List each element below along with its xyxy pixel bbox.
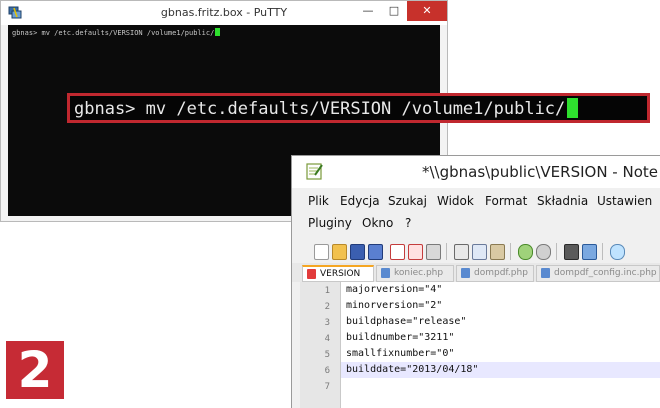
- line-number: 3: [324, 318, 330, 328]
- tab-label: VERSION: [320, 269, 361, 279]
- line-number: 2: [324, 302, 330, 312]
- code-line[interactable]: [346, 378, 660, 394]
- terminal-line: gbnas> mv /etc.defaults/VERSION /volume1…: [12, 28, 221, 37]
- code-line[interactable]: majorversion="4": [346, 282, 660, 298]
- menu-okno[interactable]: Okno: [362, 216, 393, 230]
- tab-version[interactable]: VERSION: [302, 265, 374, 282]
- redo-icon[interactable]: [536, 244, 551, 260]
- line-number: 5: [324, 350, 330, 360]
- paste-icon[interactable]: [490, 244, 505, 260]
- close-all-icon[interactable]: [408, 244, 423, 260]
- saved-file-icon: [461, 268, 470, 278]
- current-code-line[interactable]: builddate="2013/04/18": [341, 362, 660, 378]
- open-file-icon[interactable]: [332, 244, 347, 260]
- tab-label: koniec.php: [394, 268, 444, 278]
- replace-icon[interactable]: [582, 244, 597, 260]
- menu-ustawienia[interactable]: Ustawien: [597, 194, 652, 208]
- code-line[interactable]: buildnumber="3211": [346, 330, 660, 346]
- menu-edycja[interactable]: Edycja: [340, 194, 380, 208]
- close-icon[interactable]: [390, 244, 405, 260]
- menu-pluginy[interactable]: Pluginy: [308, 216, 352, 230]
- toolbar-separator: [556, 243, 557, 260]
- save-icon[interactable]: [350, 244, 365, 260]
- tab-label: dompdf_config.inc.php: [554, 268, 657, 278]
- menu-help[interactable]: ?: [405, 216, 411, 230]
- save-all-icon[interactable]: [368, 244, 383, 260]
- menu-szukaj[interactable]: Szukaj: [388, 194, 427, 208]
- menu-skladnia[interactable]: Składnia: [537, 194, 588, 208]
- toolbar-separator: [510, 243, 511, 260]
- saved-file-icon: [541, 268, 550, 278]
- zoomed-command-text: gbnas> mv /etc.defaults/VERSION /volume1…: [74, 99, 566, 119]
- putty-titlebar[interactable]: gbnas.fritz.box - PuTTY — □ ✕: [1, 1, 447, 25]
- cut-icon[interactable]: [454, 244, 469, 260]
- tab-bar: VERSION koniec.php dompdf.php dompdf_con…: [292, 263, 660, 282]
- saved-file-icon: [381, 268, 390, 278]
- tab-koniec[interactable]: koniec.php: [376, 265, 454, 282]
- terminal-cursor: [215, 28, 221, 36]
- line-number: 6: [324, 366, 330, 376]
- code-line[interactable]: smallfixnumber="0": [346, 346, 660, 362]
- notepad-titlebar[interactable]: *\\gbnas\public\VERSION - Note: [292, 156, 660, 188]
- menu-widok[interactable]: Widok: [437, 194, 474, 208]
- copy-icon[interactable]: [472, 244, 487, 260]
- undo-icon[interactable]: [518, 244, 533, 260]
- find-icon[interactable]: [564, 244, 579, 260]
- tab-dompdf[interactable]: dompdf.php: [456, 265, 534, 282]
- line-number: 4: [324, 334, 330, 344]
- line-number: 7: [324, 382, 330, 392]
- toolbar-separator: [602, 243, 603, 260]
- menu-bar: Plik Edycja Szukaj Widok Format Składnia…: [292, 189, 660, 239]
- code-line[interactable]: buildphase="release": [346, 314, 660, 330]
- close-button[interactable]: ✕: [407, 1, 447, 21]
- zoomed-command-line: gbnas> mv /etc.defaults/VERSION /volume1…: [74, 98, 579, 120]
- modified-file-icon: [307, 269, 316, 279]
- maximize-button[interactable]: □: [381, 1, 407, 21]
- editor-area[interactable]: 1 majorversion="4" 2 minorversion="2" 3 …: [300, 282, 660, 408]
- zoom-icon[interactable]: [610, 244, 625, 260]
- new-file-icon[interactable]: [314, 244, 329, 260]
- tab-label: dompdf.php: [474, 268, 528, 278]
- toolbar-separator: [446, 243, 447, 260]
- notepad-window: *\\gbnas\public\VERSION - Note Plik Edyc…: [291, 155, 660, 408]
- toolbar: [300, 241, 660, 263]
- line-number: 1: [324, 286, 330, 296]
- notepad-title: *\\gbnas\public\VERSION - Note: [422, 163, 658, 181]
- notepad-app-icon: [306, 163, 323, 180]
- print-icon[interactable]: [426, 244, 441, 260]
- tab-dompdf-config[interactable]: dompdf_config.inc.php: [536, 265, 660, 282]
- step-number-badge: 2: [6, 341, 64, 399]
- zoomed-cursor: [567, 98, 579, 118]
- command-zoom-callout: gbnas> mv /etc.defaults/VERSION /volume1…: [67, 93, 650, 123]
- code-line[interactable]: minorversion="2": [346, 298, 660, 314]
- terminal-command-text: gbnas> mv /etc.defaults/VERSION /volume1…: [12, 29, 215, 37]
- menu-format[interactable]: Format: [485, 194, 527, 208]
- menu-plik[interactable]: Plik: [308, 194, 329, 208]
- minimize-button[interactable]: —: [355, 1, 381, 21]
